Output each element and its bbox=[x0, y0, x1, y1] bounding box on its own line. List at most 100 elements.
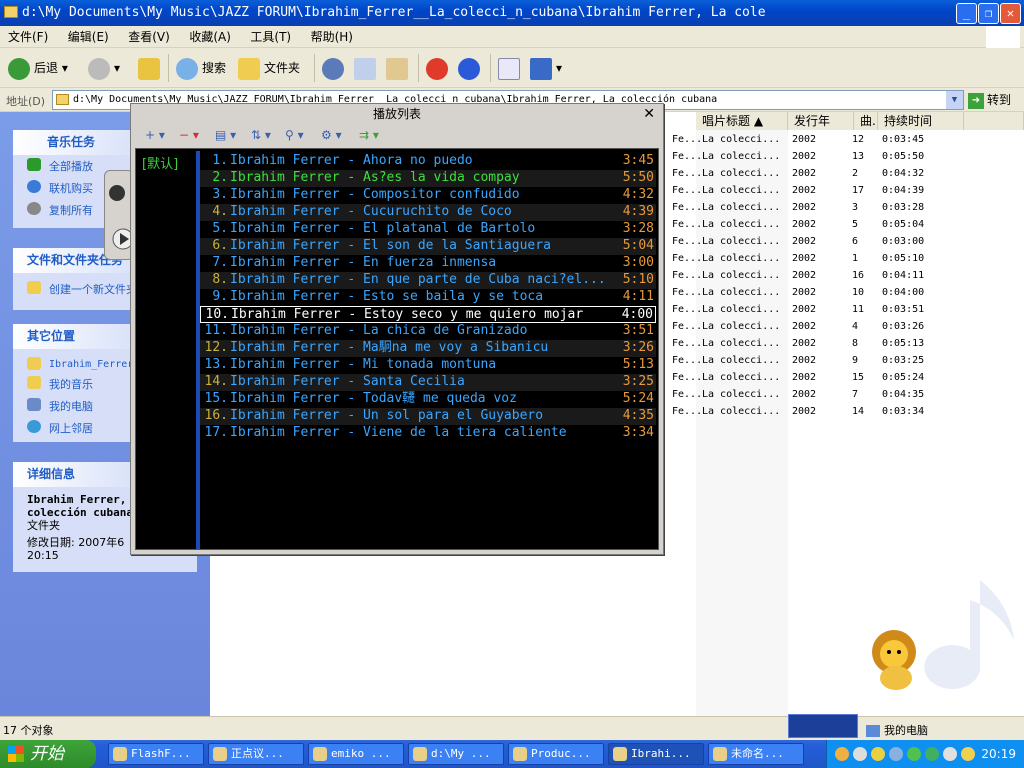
playlist-item[interactable]: 3. Ibrahim Ferrer - Compositor confudido 4… bbox=[200, 187, 656, 204]
playlist-item[interactable]: 16. Ibrahim Ferrer - Un sol para el Guyab… bbox=[200, 408, 656, 425]
playlist-item[interactable]: 1. Ibrahim Ferrer - Ahora no puedo 3:45 bbox=[200, 153, 656, 170]
maximize-button[interactable]: ❐ bbox=[978, 3, 999, 24]
tray-app-icon[interactable] bbox=[835, 747, 849, 761]
cell-duration: 0:05:13 bbox=[882, 338, 925, 349]
taskbar-button-label: 未命名... bbox=[731, 747, 784, 760]
remove-button[interactable]: − ▾ bbox=[179, 128, 199, 142]
track-number: 7. bbox=[212, 255, 228, 270]
taskbar-button[interactable]: Produc... bbox=[508, 743, 604, 765]
sort-button[interactable]: ⇅ ▾ bbox=[251, 128, 271, 142]
playlist-item[interactable]: 5. Ibrahim Ferrer - El platanal de Bartol… bbox=[200, 221, 656, 238]
cell-year: 2002 bbox=[792, 389, 817, 400]
playlist-item[interactable]: 8. Ibrahim Ferrer - En que parte de Cuba … bbox=[200, 272, 656, 289]
tray-umbrella-icon[interactable] bbox=[925, 747, 939, 761]
copy-button[interactable] bbox=[354, 54, 380, 82]
tray-network-icon[interactable] bbox=[889, 747, 903, 761]
tray-display-icon[interactable] bbox=[961, 747, 975, 761]
views-button[interactable]: ▾ bbox=[530, 54, 562, 82]
back-arrow-icon bbox=[8, 57, 30, 80]
paste-button[interactable] bbox=[386, 54, 412, 82]
title-bar[interactable]: d:\My Documents\My Music\JAZZ FORUM\Ibra… bbox=[0, 0, 1024, 26]
menu-tools[interactable]: 工具(T) bbox=[242, 26, 299, 48]
close-button[interactable]: ✕ bbox=[1000, 3, 1021, 24]
taskbar-button[interactable]: 正点议... bbox=[208, 743, 304, 765]
taskbar-button-label: Produc... bbox=[531, 747, 591, 760]
menu-file[interactable]: 文件(F) bbox=[0, 26, 56, 48]
list-button[interactable]: ▤ ▾ bbox=[215, 128, 236, 142]
taskbar-button[interactable]: FlashF... bbox=[108, 743, 204, 765]
playlist-item[interactable]: 10. Ibrahim Ferrer - Estoy seco y me quie… bbox=[200, 306, 656, 323]
playlist-item[interactable]: 13. Ibrahim Ferrer - Mi tonada montuna 5:1… bbox=[200, 357, 656, 374]
globe-icon bbox=[27, 180, 41, 193]
menu-help[interactable]: 帮助(H) bbox=[303, 26, 361, 48]
playlist-close-button[interactable]: ✕ bbox=[643, 106, 655, 122]
cell-year: 2002 bbox=[792, 321, 817, 332]
undo-button[interactable] bbox=[458, 54, 484, 82]
playlist-item[interactable]: 14. Ibrahim Ferrer - Santa Cecilia 3:25 bbox=[200, 374, 656, 391]
search-button[interactable]: 搜索 bbox=[176, 54, 226, 82]
playlist-item[interactable]: 17. Ibrahim Ferrer - Viene de la tiera ca… bbox=[200, 425, 656, 442]
playlist-item[interactable]: 6. Ibrahim Ferrer - El son de la Santiagu… bbox=[200, 238, 656, 255]
playlist-item[interactable]: 4. Ibrahim Ferrer - Cucuruchito de Coco 4:… bbox=[200, 204, 656, 221]
tray-lock-icon[interactable] bbox=[871, 747, 885, 761]
tray-app-icon[interactable] bbox=[853, 747, 867, 761]
cell-duration: 0:03:00 bbox=[882, 236, 925, 247]
cut-button[interactable] bbox=[322, 54, 348, 82]
group-default[interactable]: [默认] bbox=[142, 153, 178, 172]
start-button[interactable]: 开始 bbox=[0, 740, 96, 768]
playlist-item[interactable]: 7. Ibrahim Ferrer - En fuerza inmensa 3:00 bbox=[200, 255, 656, 272]
taskbar-button[interactable]: 未命名... bbox=[708, 743, 804, 765]
column-duration[interactable]: 持续时间 bbox=[878, 112, 964, 130]
tray-user-icon[interactable] bbox=[907, 747, 921, 761]
forward-button[interactable]: ▾ bbox=[88, 54, 120, 82]
menu-edit[interactable]: 编辑(E) bbox=[60, 26, 117, 48]
menu-view[interactable]: 查看(V) bbox=[120, 26, 178, 48]
clock[interactable]: 20:19 bbox=[981, 740, 1016, 768]
minimize-button[interactable]: _ bbox=[956, 3, 977, 24]
track-duration: 3:25 bbox=[622, 374, 654, 389]
taskbar-button-label: 正点议... bbox=[231, 747, 284, 760]
taskbar-button[interactable]: Ibrahi... bbox=[608, 743, 704, 765]
cell-artist: Fe... bbox=[672, 372, 703, 383]
options-button[interactable]: ⚙ ▾ bbox=[321, 128, 342, 142]
track-duration: 3:51 bbox=[622, 323, 654, 338]
add-button[interactable]: + ▾ bbox=[145, 128, 165, 142]
back-button[interactable]: 后退 ▾ bbox=[8, 54, 68, 82]
tray-volume-icon[interactable] bbox=[943, 747, 957, 761]
folders-button[interactable]: 文件夹 bbox=[238, 54, 300, 82]
go-button[interactable]: ➜ 转到 bbox=[968, 91, 1011, 109]
network-icon bbox=[27, 420, 41, 433]
taskbar-button[interactable]: emiko ... bbox=[308, 743, 404, 765]
playlist-item[interactable]: 2. Ibrahim Ferrer - As?es la vida compay 5… bbox=[200, 170, 656, 187]
column-empty[interactable] bbox=[964, 112, 1024, 130]
playlist-window[interactable]: 播放列表 ✕ + ▾ − ▾ ▤ ▾ ⇅ ▾ ⚲ ▾ ⚙ ▾ ⇉ ▾ [默认] … bbox=[130, 103, 664, 555]
up-folder-button[interactable] bbox=[138, 54, 164, 82]
track-number: 17. bbox=[204, 425, 228, 440]
properties-button[interactable] bbox=[498, 54, 524, 82]
track-duration: 5:24 bbox=[622, 391, 654, 406]
address-dropdown-icon[interactable]: ▼ bbox=[946, 91, 963, 109]
cell-album: La colecci... bbox=[702, 406, 781, 417]
address-label: 地址(D) bbox=[6, 95, 46, 108]
app-icon bbox=[513, 747, 527, 761]
track-title: Ibrahim Ferrer - Esto se baila y se toca bbox=[230, 289, 544, 304]
find-button[interactable]: ⚲ ▾ bbox=[285, 128, 304, 142]
taskbar-button[interactable]: d:\My ... bbox=[408, 743, 504, 765]
menu-favorites[interactable]: 收藏(A) bbox=[181, 26, 239, 48]
language-bar[interactable] bbox=[788, 714, 858, 738]
cell-track: 14 bbox=[852, 406, 865, 417]
lion-mascot[interactable] bbox=[862, 628, 924, 692]
toolbar-separator bbox=[314, 54, 315, 82]
playlist-item[interactable]: 9. Ibrahim Ferrer - Esto se baila y se to… bbox=[200, 289, 656, 306]
mode-button[interactable]: ⇉ ▾ bbox=[359, 128, 379, 142]
playlist-item[interactable]: 15. Ibrahim Ferrer - Todav韆 me queda voz 5… bbox=[200, 391, 656, 408]
column-year[interactable]: 发行年 bbox=[788, 112, 854, 130]
cell-duration: 0:05:10 bbox=[882, 253, 925, 264]
playlist-item[interactable]: 12. Ibrahim Ferrer - Ma駉na me voy a Siban… bbox=[200, 340, 656, 357]
column-album[interactable]: 唱片标题 ▲ bbox=[696, 112, 788, 130]
playlist-item[interactable]: 11. Ibrahim Ferrer - La chica de Granizad… bbox=[200, 323, 656, 340]
cell-artist: Fe... bbox=[672, 270, 703, 281]
folder-icon bbox=[27, 357, 41, 370]
delete-button[interactable] bbox=[426, 54, 452, 82]
column-track[interactable]: 曲. bbox=[854, 112, 878, 130]
